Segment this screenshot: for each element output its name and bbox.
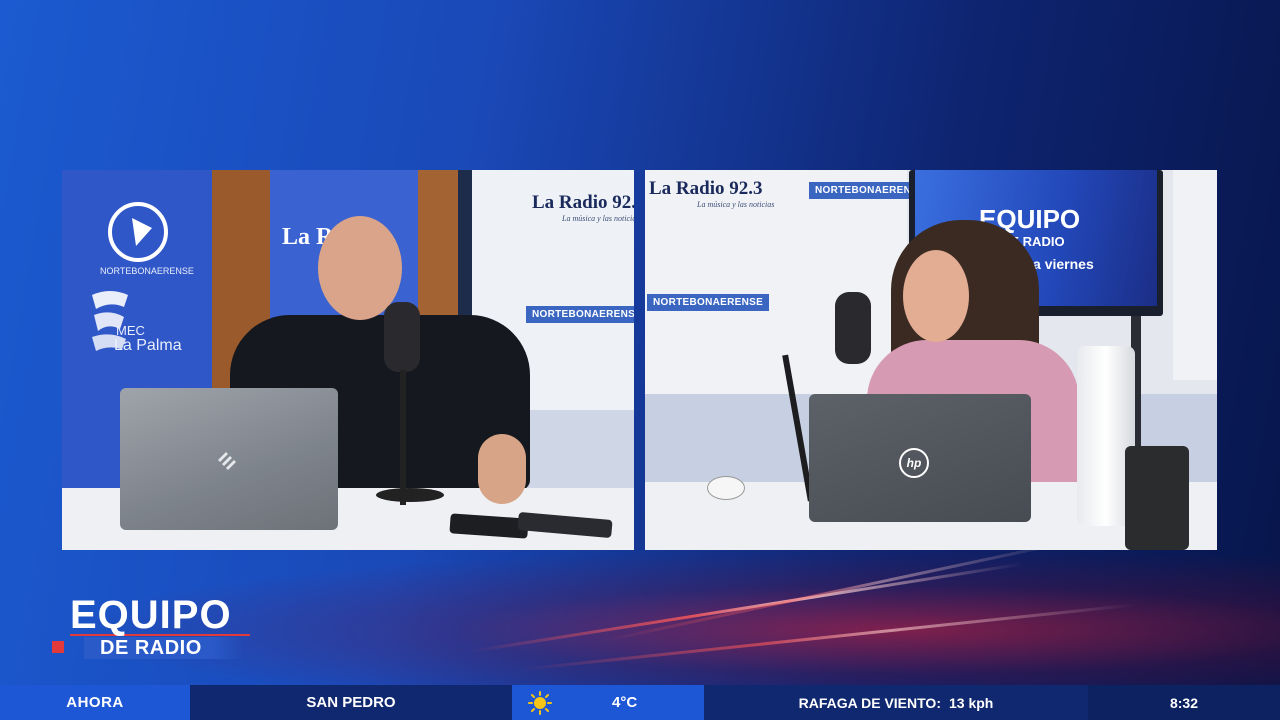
show-logo: EQUIPO DE RADIO bbox=[52, 593, 252, 663]
ticker-temperature: 4°C bbox=[612, 694, 638, 711]
station-tagline: La música y las noticias bbox=[697, 200, 775, 209]
compass-logo-icon bbox=[108, 202, 168, 262]
show-logo-subtitle: DE RADIO bbox=[100, 637, 202, 659]
station-tagline: La música y las noticias bbox=[562, 214, 634, 223]
thermos bbox=[1125, 446, 1189, 550]
network-tag: NORTEBONAERENSE bbox=[526, 306, 634, 323]
ticker-wind-value: 13 kph bbox=[949, 694, 994, 711]
network-tag: NORTEBONAERENSE bbox=[647, 294, 770, 311]
live-indicator-square bbox=[52, 641, 64, 653]
laptop-brand-icon bbox=[218, 452, 236, 470]
sponsor-line1: MEC bbox=[116, 323, 145, 338]
ticker-label: AHORA bbox=[0, 685, 190, 720]
microphone-icon bbox=[384, 302, 420, 372]
station-brand: La Radio 92.3 bbox=[532, 192, 634, 213]
video-panel-right: La Radio 92.3 La música y las noticias N… bbox=[645, 170, 1217, 550]
ticker-weather: 4°C bbox=[512, 685, 704, 720]
sponsor-line2: La Palma bbox=[114, 337, 182, 354]
ticker-wind-label: RAFAGA DE VIENTO: bbox=[798, 694, 941, 711]
mic-base bbox=[376, 488, 444, 502]
computer-mouse bbox=[707, 476, 745, 500]
show-logo-title: EQUIPO bbox=[70, 593, 232, 637]
ticker-wind: RAFAGA DE VIENTO: 13 kph bbox=[704, 685, 1088, 720]
sun-icon bbox=[528, 691, 552, 715]
ticker-time: 8:32 bbox=[1088, 685, 1280, 720]
info-ticker: AHORA SAN PEDRO 4°C RAFAGA DE VIENTO: 13… bbox=[0, 685, 1280, 720]
host-female-face bbox=[903, 250, 969, 342]
ticker-city: SAN PEDRO bbox=[190, 685, 512, 720]
microphone-icon bbox=[835, 292, 871, 364]
video-panel-left: NORTEBONAERENSE MEC La Palma La Radio 92… bbox=[62, 170, 634, 550]
host-hand bbox=[478, 434, 526, 504]
network-logo-text: NORTEBONAERENSE bbox=[100, 266, 194, 276]
mic-stand bbox=[400, 370, 406, 505]
studio-banner-white bbox=[645, 170, 907, 394]
laptop-brand-logo: hp bbox=[899, 448, 929, 478]
station-brand: La Radio 92.3 bbox=[649, 178, 763, 199]
studio-banner-white bbox=[1173, 170, 1217, 380]
